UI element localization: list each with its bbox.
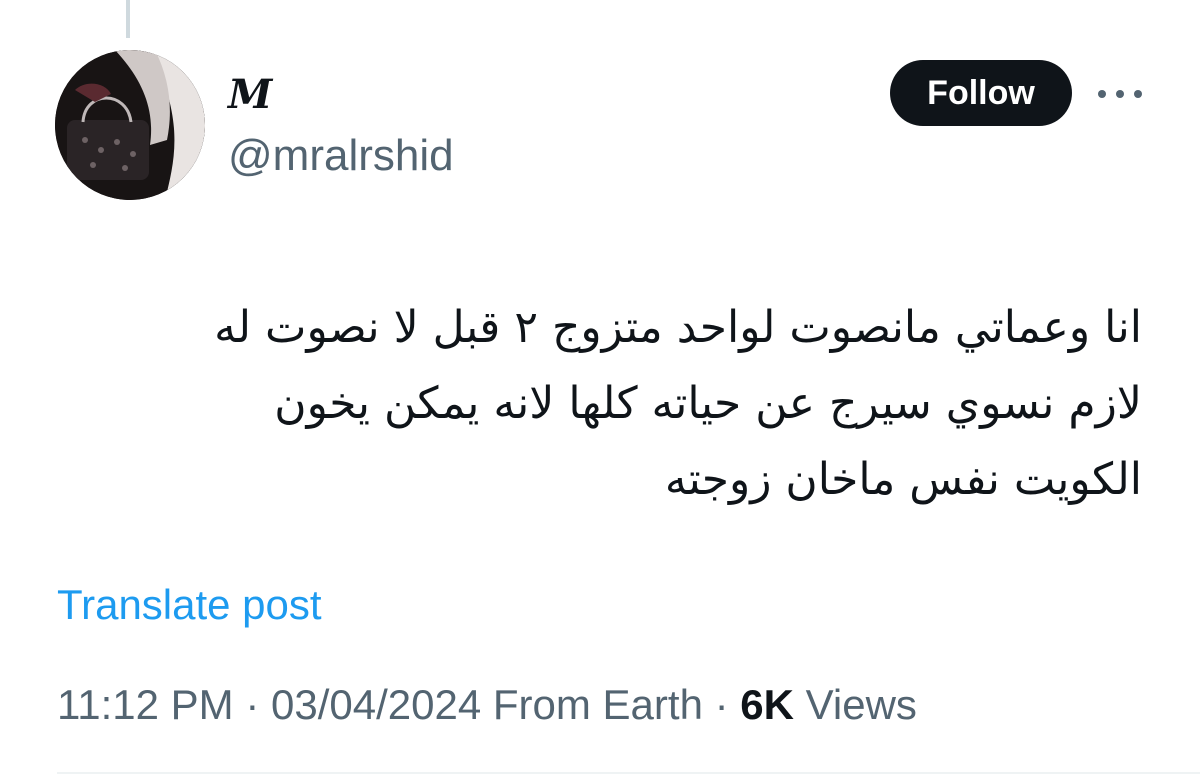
author-display-name[interactable]: M (228, 70, 272, 120)
tweet-text-line: انا وعماتي مانصوت لواحد متزوج ٢ قبل لا ن… (214, 302, 1142, 353)
tweet-date[interactable]: 03/04/2024 (271, 681, 481, 728)
tweet-text: انا وعماتي مانصوت لواحد متزوج ٢ قبل لا ن… (52, 290, 1142, 518)
meta-separator: · (245, 681, 260, 728)
tweet-detail: M @mralrshid Follow انا وعماتي مانصوت لو… (0, 0, 1200, 781)
translate-post-link[interactable]: Translate post (57, 578, 322, 632)
avatar-photo-icon (55, 50, 205, 200)
more-options-button[interactable] (1098, 80, 1142, 108)
more-horizontal-icon (1098, 90, 1106, 98)
follow-button[interactable]: Follow (890, 60, 1072, 126)
tweet-source: From Earth (492, 681, 703, 728)
more-horizontal-icon (1116, 90, 1124, 98)
tweet-metadata: 11:12 PM · 03/04/2024 From Earth · 6K Vi… (57, 678, 917, 732)
views-count[interactable]: 6K (740, 681, 794, 728)
tweet-text-line: الكويت نفس ماخان زوجته (664, 454, 1142, 505)
tweet-time[interactable]: 11:12 PM (57, 681, 234, 728)
avatar[interactable] (55, 50, 205, 200)
more-horizontal-icon (1134, 90, 1142, 98)
author-handle[interactable]: @mralrshid (228, 130, 454, 182)
thread-connector-line (126, 0, 130, 38)
tweet-text-line: لازم نسوي سيرج عن حياته كلها لانه يمكن ي… (274, 378, 1142, 429)
divider (57, 772, 1200, 774)
meta-separator: · (714, 681, 729, 728)
views-label[interactable]: Views (806, 681, 917, 728)
